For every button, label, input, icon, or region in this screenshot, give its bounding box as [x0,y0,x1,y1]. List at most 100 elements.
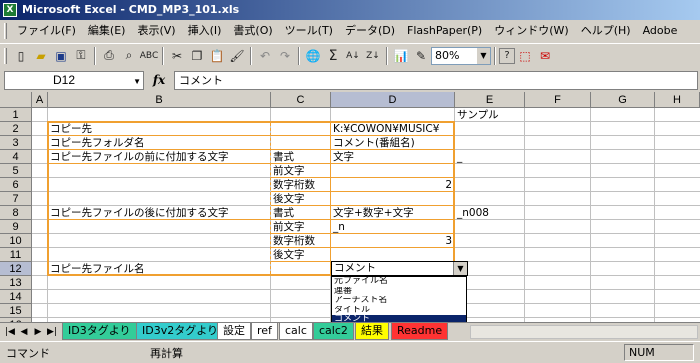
new-icon[interactable]: ▯ [11,46,31,66]
help-icon[interactable]: ? [499,47,515,64]
row-header[interactable]: 6 [0,178,32,192]
redo-icon[interactable]: ↷ [275,46,295,66]
function-icon[interactable]: fx [144,73,174,87]
cell-b4[interactable]: コピー先ファイルの前に付加する文字 [48,150,229,164]
sheet-tab-ref[interactable]: ref [251,323,278,340]
row-header[interactable]: 1 [0,108,32,122]
pdf-icon[interactable]: ⬚ [515,46,535,66]
open-icon[interactable]: ▰ [31,46,51,66]
sheet-tab-calc2[interactable]: calc2 [313,323,354,340]
select-all-corner[interactable] [0,92,32,108]
cell-c6[interactable]: 数字桁数 [271,178,315,192]
undo-icon[interactable]: ↶ [255,46,275,66]
pdf-mail-icon[interactable]: ✉ [535,46,555,66]
row-header[interactable]: 9 [0,220,32,234]
sheet-tab-calc[interactable]: calc [279,323,313,340]
menu-tools[interactable]: ツール(T) [279,21,339,41]
sort-desc-icon[interactable]: Z↓ [363,46,383,66]
validation-dropdown-list[interactable]: 元ファイル名 連番 アーチスト名 タイトル コメント [331,276,467,324]
menu-insert[interactable]: 挿入(I) [182,21,228,41]
save-icon[interactable]: ▣ [51,46,71,66]
next-sheet-icon[interactable]: ▶ [32,325,44,339]
cell-b8[interactable]: コピー先ファイルの後に付加する文字 [48,206,229,220]
sheet-tab-settings[interactable]: 設定 [217,323,251,340]
cell-c9[interactable]: 前文字 [271,220,305,234]
cell-d2[interactable]: K:¥COWON¥MUSIC¥ [331,122,439,136]
toolbar-grip[interactable] [4,47,7,64]
copy-icon[interactable]: ❐ [187,46,207,66]
autosum-icon[interactable]: Σ [323,46,343,66]
cell-c10[interactable]: 数字桁数 [271,234,315,248]
name-box[interactable]: D12 ▼ [4,70,144,90]
column-header-a[interactable]: A [32,92,48,108]
cell-e8[interactable]: _n008 [455,206,489,220]
cell-d9[interactable]: _n [331,220,345,234]
row-header[interactable]: 12 [0,262,32,276]
row-header[interactable]: 2 [0,122,32,136]
cell-b2[interactable]: コピー先 [48,122,92,136]
row-header[interactable]: 10 [0,234,32,248]
menu-file[interactable]: ファイル(F) [11,21,82,41]
row-header[interactable]: 8 [0,206,32,220]
sheet-tab-id3[interactable]: ID3タグより [62,323,137,340]
column-header-h[interactable]: H [655,92,700,108]
cell-d8[interactable]: 文字+数字+文字 [331,206,414,220]
row-header[interactable]: 13 [0,276,32,290]
menu-view[interactable]: 表示(V) [131,21,181,41]
cell-e4[interactable]: _ [455,150,462,164]
dropdown-option[interactable]: 元ファイル名 [332,277,466,287]
last-sheet-icon[interactable]: ▶| [46,325,58,339]
row-header[interactable]: 4 [0,150,32,164]
menu-data[interactable]: データ(D) [339,21,401,41]
cell-d4[interactable]: 文字 [331,150,354,164]
row-header[interactable]: 15 [0,304,32,318]
row-header[interactable]: 11 [0,248,32,262]
chart-wizard-icon[interactable]: 📊 [391,46,411,66]
cell-d3[interactable]: コメント(番組名) [331,136,415,150]
cell-c11[interactable]: 後文字 [271,248,305,262]
menu-flashpaper[interactable]: FlashPaper(P) [401,21,488,41]
chevron-down-icon[interactable]: ▼ [453,262,467,275]
column-header-b[interactable]: B [48,92,271,108]
menu-grip[interactable] [4,23,7,39]
sheet-tab-readme[interactable]: Readme [391,323,449,340]
row-header[interactable]: 5 [0,164,32,178]
excel-icon[interactable]: X [3,3,17,17]
cell-c4[interactable]: 書式 [271,150,294,164]
row-header[interactable]: 3 [0,136,32,150]
row-header[interactable]: 14 [0,290,32,304]
cell-c8[interactable]: 書式 [271,206,294,220]
menu-edit[interactable]: 編集(E) [82,21,132,41]
cell-e1[interactable]: サンプル [455,108,499,122]
drawing-icon[interactable]: ✎ [411,46,431,66]
cell-b3[interactable]: コピー先フォルダ名 [48,136,145,150]
hyperlink-icon[interactable]: 🌐 [303,46,323,66]
paste-icon[interactable]: 📋 [207,46,227,66]
formula-input[interactable]: コメント [174,70,698,90]
dropdown-option[interactable]: アーチスト名 [332,296,466,306]
cell-c5[interactable]: 前文字 [271,164,305,178]
spellcheck-icon[interactable]: ABC [139,46,159,66]
cell-b12[interactable]: コピー先ファイル名 [48,262,145,276]
print-icon[interactable]: ⎙ [99,46,119,66]
row-header[interactable]: 7 [0,192,32,206]
column-header-d[interactable]: D [331,92,455,108]
cell-d6[interactable]: 2 [331,178,454,192]
dropdown-option[interactable]: タイトル [332,306,466,316]
zoom-select[interactable]: 80% ▼ [431,46,491,65]
horizontal-scrollbar[interactable] [470,325,698,339]
first-sheet-icon[interactable]: |◀ [4,325,16,339]
print-preview-icon[interactable]: ⌕ [119,46,139,66]
menu-help[interactable]: ヘルプ(H) [575,21,637,41]
permission-icon[interactable]: ⚿ [71,46,91,66]
menu-window[interactable]: ウィンドウ(W) [488,21,574,41]
column-header-c[interactable]: C [271,92,331,108]
cell-d10[interactable]: 3 [331,234,454,248]
column-header-e[interactable]: E [455,92,525,108]
format-painter-icon[interactable]: 🖌 [227,46,247,66]
chevron-down-icon[interactable]: ▼ [477,47,490,64]
sheet-tab-result[interactable]: 結果 [355,323,389,340]
sheet-tab-id3v2[interactable]: ID3v2タグより [136,323,225,340]
column-header-g[interactable]: G [591,92,655,108]
active-cell-d12[interactable]: コメント ▼ [331,261,468,276]
